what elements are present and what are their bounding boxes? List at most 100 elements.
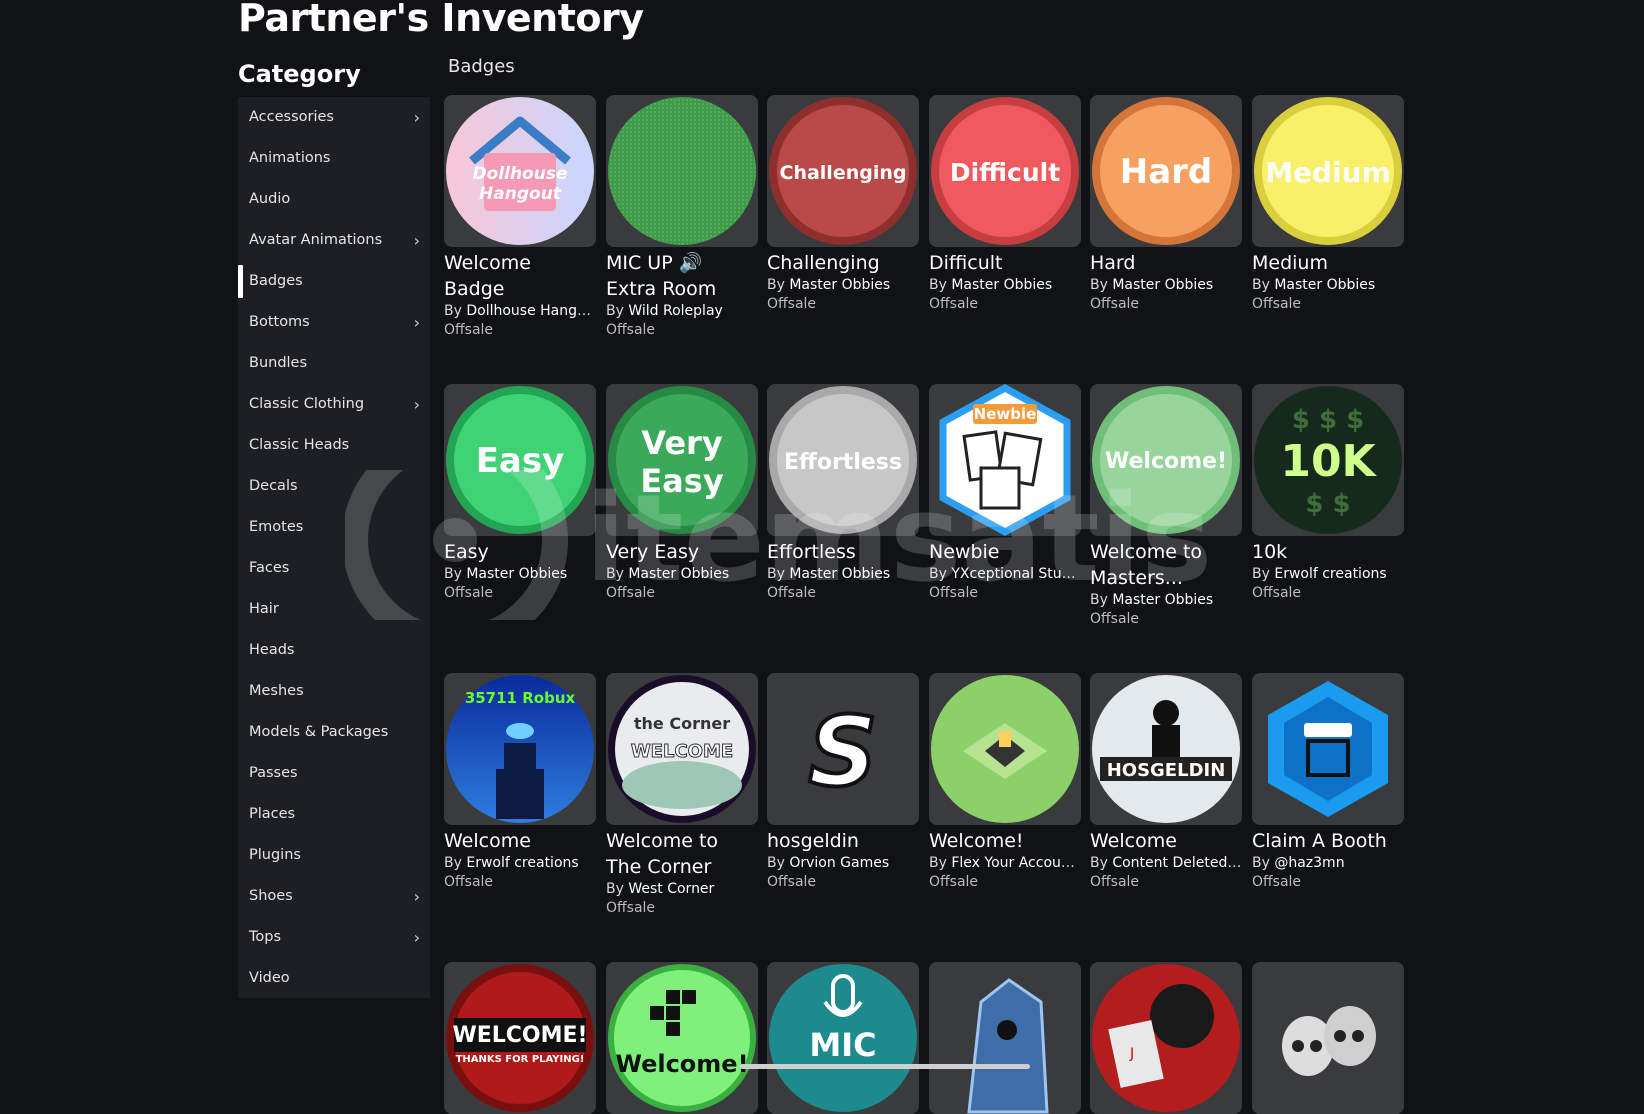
10k-badge-icon[interactable]: $ $ $ $ $10K	[1252, 384, 1404, 536]
s-logo-badge-icon[interactable]: S	[767, 673, 919, 825]
inventory-item-card[interactable]: Hard Hard By Master Obbies Offsale	[1090, 95, 1242, 314]
sidebar-item-hair[interactable]: Hair	[238, 589, 430, 630]
sidebar-item-tops[interactable]: Tops ›	[238, 917, 430, 958]
item-name[interactable]: Welcome to Masters...	[1090, 539, 1242, 591]
sidebar-item-emotes[interactable]: Emotes	[238, 507, 430, 548]
corner-welcome-badge-icon[interactable]: WELCOME the Corner	[606, 673, 758, 825]
inventory-item-card[interactable]: Shosgeldin By Orvion Games Offsale	[767, 673, 919, 892]
creator-link[interactable]: West Corner	[628, 881, 714, 897]
inventory-item-card[interactable]: WELCOME the Corner Welcome to The Corner By…	[606, 673, 758, 918]
item-name[interactable]: Welcome to The Corner	[606, 828, 758, 880]
inventory-item-card[interactable]: Effortless Effortless By Master Obbies Offs…	[767, 384, 919, 603]
item-name[interactable]: Claim A Booth	[1252, 828, 1404, 854]
challenging-badge-icon[interactable]: Challenging	[767, 95, 919, 247]
hard-badge-icon[interactable]: Hard	[1090, 95, 1242, 247]
dollhouse-hangout-badge-icon[interactable]: Dollhouse Hangout	[444, 95, 596, 247]
inventory-item-card[interactable]: Newbie Newbie By YXceptional Stud... Offsal…	[929, 384, 1081, 603]
hosgeldin-badge-icon[interactable]: HOSGELDIN	[1090, 673, 1242, 825]
creator-link[interactable]: YXceptional Stud...	[951, 566, 1081, 582]
sidebar-item-shoes[interactable]: Shoes ›	[238, 876, 430, 917]
inventory-item-card[interactable]: WELCOME! THANKS FOR PLAYING!	[444, 962, 596, 1114]
sidebar-item-bottoms[interactable]: Bottoms ›	[238, 302, 430, 343]
sidebar-item-heads[interactable]: Heads	[238, 630, 430, 671]
sidebar-item-bundles[interactable]: Bundles	[238, 343, 430, 384]
inventory-item-card[interactable]: MIC UP 🔊 Extra Room By Wild Roleplay Offsa…	[606, 95, 758, 340]
horizontal-scrollbar[interactable]	[740, 1064, 1030, 1069]
item-name[interactable]: Welcome	[444, 828, 596, 854]
welcome-red-badge-icon[interactable]: WELCOME! THANKS FOR PLAYING!	[444, 962, 596, 1114]
creator-link[interactable]: Wild Roleplay	[628, 303, 722, 319]
creator-link[interactable]: Master Obbies	[466, 566, 567, 582]
item-name[interactable]: Welcome	[1090, 828, 1242, 854]
difficult-badge-icon[interactable]: Difficult	[929, 95, 1081, 247]
item-name[interactable]: Difficult	[929, 250, 1081, 276]
creator-link[interactable]: Erwolf creations	[466, 855, 578, 871]
item-name[interactable]: Very Easy	[606, 539, 758, 565]
creator-link[interactable]: Erwolf creations	[1274, 566, 1386, 582]
robux-avatar-badge-icon[interactable]: 35711 Robux	[444, 673, 596, 825]
sidebar-item-faces[interactable]: Faces	[238, 548, 430, 589]
welcome-green-badge-icon[interactable]: Welcome!	[606, 962, 758, 1114]
sidebar-item-video[interactable]: Video	[238, 958, 430, 999]
inventory-item-card[interactable]	[929, 962, 1081, 1114]
joker-card-badge-icon[interactable]: J	[1090, 962, 1242, 1114]
mic-badge-icon[interactable]: MIC	[767, 962, 919, 1114]
creator-link[interactable]: Master Obbies	[628, 566, 729, 582]
sidebar-item-meshes[interactable]: Meshes	[238, 671, 430, 712]
sidebar-item-avatar-animations[interactable]: Avatar Animations ›	[238, 220, 430, 261]
creator-link[interactable]: Flex Your Accoun...	[951, 855, 1081, 871]
sidebar-item-models-packages[interactable]: Models & Packages	[238, 712, 430, 753]
inventory-item-card[interactable]: 35711 Robux Welcome By Erwolf creations Off…	[444, 673, 596, 892]
creator-link[interactable]: Master Obbies	[789, 277, 890, 293]
creator-link[interactable]: Dollhouse Hango...	[466, 303, 596, 319]
inventory-item-card[interactable]: Challenging Challenging By Master Obbies Of…	[767, 95, 919, 314]
item-name[interactable]: Challenging	[767, 250, 919, 276]
sidebar-item-classic-clothing[interactable]: Classic Clothing ›	[238, 384, 430, 425]
item-name[interactable]: 10k	[1252, 539, 1404, 565]
creator-link[interactable]: Master Obbies	[951, 277, 1052, 293]
item-name[interactable]: Medium	[1252, 250, 1404, 276]
sidebar-item-classic-heads[interactable]: Classic Heads	[238, 425, 430, 466]
sidebar-item-badges[interactable]: Badges	[238, 261, 430, 302]
creator-link[interactable]: Master Obbies	[789, 566, 890, 582]
inventory-item-card[interactable]: Very Easy Very Easy By Master Obbies Offsale	[606, 384, 758, 603]
inventory-item-card[interactable]: MIC	[767, 962, 919, 1114]
inventory-item-card[interactable]: J	[1090, 962, 1242, 1114]
sidebar-item-decals[interactable]: Decals	[238, 466, 430, 507]
booth-badge-icon[interactable]	[1252, 673, 1404, 825]
creator-link[interactable]: Master Obbies	[1112, 592, 1213, 608]
inventory-item-card[interactable]: Welcome!	[606, 962, 758, 1114]
item-name[interactable]: MIC UP 🔊 Extra Room	[606, 250, 758, 302]
creator-link[interactable]: Master Obbies	[1112, 277, 1213, 293]
inventory-item-card[interactable]: Welcome! By Flex Your Accoun... Offsale	[929, 673, 1081, 892]
green-grass-badge-icon[interactable]	[606, 95, 758, 247]
item-name[interactable]: Welcome!	[929, 828, 1081, 854]
effortless-badge-icon[interactable]: Effortless	[767, 384, 919, 536]
item-name[interactable]: Welcome Badge	[444, 250, 596, 302]
item-name[interactable]: Effortless	[767, 539, 919, 565]
item-name[interactable]: hosgeldin	[767, 828, 919, 854]
newbie-badge-icon[interactable]: Newbie	[929, 384, 1081, 536]
easy-badge-icon[interactable]: Easy	[444, 384, 596, 536]
inventory-item-card[interactable]: Claim A Booth By @haz3mn Offsale	[1252, 673, 1404, 892]
creator-link[interactable]: Orvion Games	[789, 855, 889, 871]
inventory-item-card[interactable]: $ $ $ $ $10K 10k By Erwolf creations Offsale	[1252, 384, 1404, 603]
medium-badge-icon[interactable]: Medium	[1252, 95, 1404, 247]
inventory-item-card[interactable]: HOSGELDIN Welcome By Content Deleted ... Of…	[1090, 673, 1242, 892]
item-name[interactable]: Newbie	[929, 539, 1081, 565]
inventory-item-card[interactable]: Welcome! Welcome to Masters... By Master O…	[1090, 384, 1242, 629]
creator-link[interactable]: @haz3mn	[1274, 855, 1344, 871]
skulls-badge-icon[interactable]	[1252, 962, 1404, 1114]
very-easy-badge-icon[interactable]: Very Easy	[606, 384, 758, 536]
inventory-item-card[interactable]: Dollhouse Hangout Welcome Badge By Dollhous…	[444, 95, 596, 340]
inventory-item-card[interactable]: Difficult Difficult By Master Obbies Offsal…	[929, 95, 1081, 314]
ice-statue-badge-icon[interactable]	[929, 962, 1081, 1114]
inventory-item-card[interactable]: Medium Medium By Master Obbies Offsale	[1252, 95, 1404, 314]
inventory-item-card[interactable]: Easy Easy By Master Obbies Offsale	[444, 384, 596, 603]
sidebar-item-animations[interactable]: Animations	[238, 138, 430, 179]
inventory-item-card[interactable]	[1252, 962, 1404, 1114]
item-name[interactable]: Hard	[1090, 250, 1242, 276]
green-map-badge-icon[interactable]	[929, 673, 1081, 825]
item-name[interactable]: Easy	[444, 539, 596, 565]
sidebar-item-places[interactable]: Places	[238, 794, 430, 835]
